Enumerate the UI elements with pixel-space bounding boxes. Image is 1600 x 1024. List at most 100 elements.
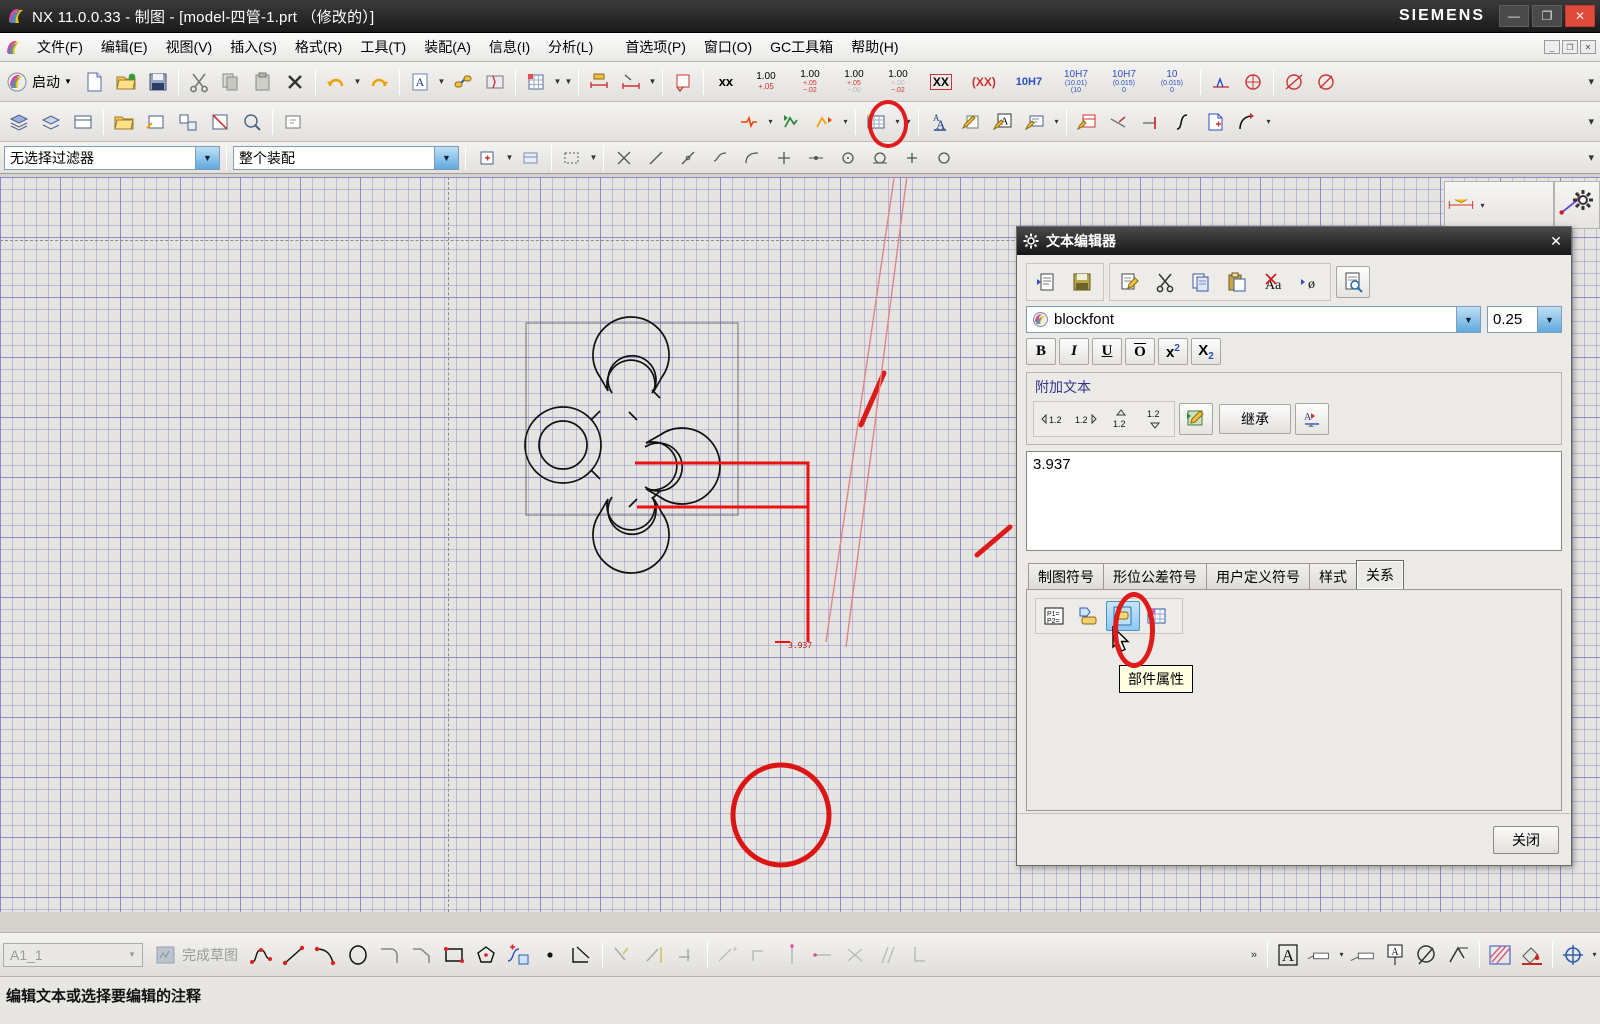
document-minimize-button[interactable]: _ — [1544, 40, 1560, 54]
view-boundary-button[interactable] — [777, 107, 807, 137]
select-dropdown[interactable]: ▼ — [588, 143, 599, 173]
expression-button[interactable]: P1= P2= — [1038, 601, 1072, 631]
undo-button[interactable] — [321, 67, 351, 97]
vertical-constraint-button[interactable] — [777, 940, 807, 970]
italic-button[interactable]: I — [1059, 338, 1089, 365]
font-size-dropdown-arrow[interactable]: ▼ — [1537, 307, 1561, 332]
detail-view-button[interactable] — [237, 107, 267, 137]
studio-spline-button[interactable] — [503, 940, 533, 970]
superscript-button[interactable]: x2 — [1158, 338, 1188, 365]
hatch-button[interactable] — [1485, 940, 1515, 970]
document-close-button[interactable]: ✕ — [1580, 40, 1596, 54]
preview-text-button[interactable] — [1336, 266, 1370, 298]
drafting-toolbar-overflow[interactable]: ▾ — [1588, 115, 1600, 128]
snap-quadrant-button[interactable] — [769, 143, 799, 173]
note-text-tool-button[interactable]: A — [988, 107, 1018, 137]
window-restore-button[interactable]: ❐ — [1532, 5, 1562, 27]
tab-style[interactable]: 样式 — [1309, 563, 1357, 589]
text-content-area[interactable]: 3.937 — [1026, 451, 1562, 551]
extend-button[interactable] — [1136, 107, 1166, 137]
polygon-tool-button[interactable] — [471, 940, 501, 970]
snap-circle-center-button[interactable] — [833, 143, 863, 173]
inherit-button[interactable]: 继承 — [1219, 404, 1291, 434]
menu-item-insert[interactable]: 插入(S) — [221, 34, 286, 60]
arc-tool-button[interactable] — [311, 940, 341, 970]
fit-10h7-limits-button[interactable]: 10H7 (10.01) (10 — [1053, 67, 1099, 97]
make-corner-button[interactable] — [672, 940, 702, 970]
surface-finish-button[interactable] — [668, 67, 698, 97]
rail-dropdown[interactable]: ▾ — [1477, 190, 1488, 220]
area-fill-button[interactable] — [1517, 940, 1547, 970]
layer-settings-button[interactable] — [4, 107, 34, 137]
offset-curve-button[interactable] — [567, 940, 597, 970]
text-settings-button[interactable]: A — [1295, 403, 1329, 435]
paste-button[interactable] — [248, 67, 278, 97]
circle-tool-button[interactable] — [343, 940, 373, 970]
chevron-down-icon[interactable]: ▼ — [122, 944, 142, 966]
menu-item-analysis[interactable]: 分析(L) — [539, 34, 602, 60]
target-symbol-button[interactable] — [1238, 67, 1268, 97]
id-symbol-button[interactable]: A — [1380, 940, 1410, 970]
dimension-dropdown[interactable]: ▼ — [647, 67, 658, 97]
object-attribute-button[interactable] — [1072, 601, 1106, 631]
snap-dropdown[interactable]: ▼ — [504, 143, 515, 173]
snap-point-on-curve-button[interactable] — [801, 143, 831, 173]
snap-intersection-button[interactable] — [609, 143, 639, 173]
tab-relations[interactable]: 关系 — [1356, 560, 1404, 589]
perpendicular-constraint-button[interactable] — [905, 940, 935, 970]
curve-dropdown[interactable]: ▾ — [1263, 107, 1274, 137]
finish-sketch-button[interactable]: 完成草图 — [147, 945, 246, 965]
save-button[interactable] — [143, 67, 173, 97]
menu-item-format[interactable]: 格式(R) — [286, 34, 351, 60]
view-break-line-button[interactable] — [734, 107, 764, 137]
grid-dropdown[interactable]: ▼ — [552, 67, 563, 97]
dimension-linear-button[interactable] — [616, 67, 646, 97]
tolerance-bilateral-button[interactable]: 1.00 +.05 −.02 — [789, 67, 831, 97]
hole-table-button[interactable] — [1072, 107, 1102, 137]
center-mark-dropdown[interactable]: ▾ — [1589, 940, 1600, 970]
link-button[interactable] — [448, 67, 478, 97]
menu-item-window[interactable]: 窗口(O) — [695, 34, 761, 60]
menu-item-tools[interactable]: 工具(T) — [351, 34, 415, 60]
cut-text-button[interactable] — [1148, 266, 1182, 298]
copy-text-button[interactable] — [1184, 266, 1218, 298]
toolbar-overflow-button[interactable]: ▾ — [1588, 75, 1600, 88]
snap-extra-button[interactable] — [929, 143, 959, 173]
delete-text-button[interactable]: Aa — [1256, 266, 1290, 298]
layer-visible-button[interactable] — [36, 107, 66, 137]
quick-trim-button[interactable] — [608, 940, 638, 970]
chevron-down-icon[interactable]: ▼ — [195, 146, 219, 169]
close-button[interactable]: 关闭 — [1493, 825, 1559, 854]
point-tool-button[interactable] — [535, 940, 565, 970]
balloon-dropdown[interactable]: ▾ — [1051, 107, 1062, 137]
fit-10-dev-button[interactable]: 10 (0.015) 0 — [1149, 67, 1195, 97]
base-view-button[interactable] — [141, 107, 171, 137]
leader-note-button[interactable] — [1348, 940, 1378, 970]
dimension-preview-icon[interactable] — [1446, 190, 1476, 220]
edit-appended-text-button[interactable] — [1179, 403, 1213, 435]
basic-dimension-button[interactable]: XX — [921, 67, 961, 97]
snap-control-point-button[interactable] — [705, 143, 735, 173]
weld-symbol-button[interactable] — [1206, 67, 1236, 97]
profile-tool-button[interactable] — [247, 940, 277, 970]
window-close-button[interactable]: ✕ — [1565, 5, 1595, 27]
menu-item-file[interactable]: 文件(F) — [28, 34, 92, 60]
import-text-button[interactable] — [1029, 266, 1063, 298]
filterbar-overflow[interactable]: ▾ — [1588, 151, 1600, 164]
projected-view-button[interactable] — [173, 107, 203, 137]
parallel-constraint-button[interactable] — [873, 940, 903, 970]
clear-text-button[interactable]: ø — [1292, 266, 1326, 298]
note-button-bottom[interactable]: A — [1273, 940, 1303, 970]
region-button[interactable] — [1200, 107, 1230, 137]
note-style-button[interactable]: AA — [924, 107, 954, 137]
tolerance-plus-button[interactable]: 1.00 +.05 — [745, 67, 787, 97]
tab-user-symbols[interactable]: 用户定义符号 — [1206, 563, 1310, 589]
underline-button[interactable]: U — [1092, 338, 1122, 365]
append-after-button[interactable]: 1.2 — [1070, 404, 1104, 434]
copy-button[interactable] — [216, 67, 246, 97]
fit-10h7-button[interactable]: 10H7 — [1007, 67, 1051, 97]
snap-midpoint-button[interactable] — [673, 143, 703, 173]
bold-button[interactable]: B — [1026, 338, 1056, 365]
start-button[interactable]: 启动 ▼ — [3, 67, 78, 97]
constraint-button[interactable] — [713, 940, 743, 970]
